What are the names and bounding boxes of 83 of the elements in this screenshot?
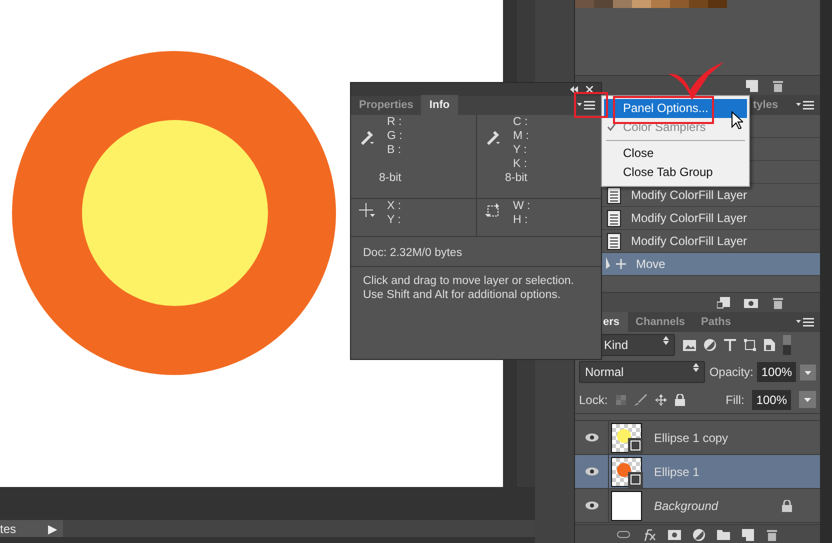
new-document-icon[interactable] — [717, 296, 730, 308]
opacity-label: Opacity: — [709, 364, 754, 381]
info-label: K : — [513, 157, 528, 171]
info-label: Y : — [387, 213, 401, 227]
panel-tab[interactable]: Paths — [693, 312, 740, 332]
info-label: Y : — [513, 143, 527, 157]
swatch[interactable] — [689, 0, 708, 8]
stepper-icon — [663, 336, 669, 345]
move-arrows-icon[interactable] — [654, 394, 667, 406]
swatch[interactable] — [708, 0, 727, 8]
opacity-field[interactable]: 100% — [757, 362, 796, 382]
panel-tab[interactable]: Channels — [628, 312, 694, 332]
folder-icon[interactable] — [717, 530, 730, 540]
doc-size-text: Doc: 2.32M/0 bytes — [351, 237, 601, 267]
bit-depth-label: 8-bit — [379, 171, 402, 185]
info-label: G : — [387, 129, 402, 143]
highlight-box — [574, 92, 608, 118]
panel-menu-icon[interactable] — [577, 101, 595, 110]
fx-icon[interactable] — [642, 528, 656, 540]
eye-icon[interactable] — [584, 433, 598, 442]
info-label: W : — [513, 199, 530, 213]
layer-thumbnail — [611, 490, 642, 520]
info-label: M : — [513, 129, 529, 143]
checkmark-annotation-icon — [668, 62, 724, 100]
mask-icon[interactable] — [668, 530, 681, 540]
eye-icon[interactable] — [584, 467, 598, 476]
eyedropper-icon[interactable] — [359, 129, 375, 145]
collapse-icon[interactable] — [570, 86, 578, 93]
image-filter-icon[interactable] — [683, 340, 696, 350]
crosshair-icon — [359, 203, 375, 217]
new-layer-icon[interactable] — [742, 528, 754, 540]
swatch[interactable] — [670, 0, 689, 8]
close-icon[interactable] — [586, 86, 593, 93]
info-label: R : — [387, 115, 402, 129]
panel-tab[interactable]: Properties — [351, 94, 422, 115]
panel-menu-icon[interactable] — [796, 101, 814, 110]
camera-icon[interactable] — [744, 297, 758, 308]
eyedropper-icon[interactable] — [485, 129, 501, 145]
brush-icon[interactable] — [634, 394, 647, 406]
menu-item[interactable]: Close Tab Group — [604, 163, 747, 182]
status-menu-arrow[interactable]: ▶ — [48, 520, 57, 538]
layer-row[interactable]: Ellipse 1 — [575, 455, 820, 489]
fill-label: Fill: — [726, 392, 744, 408]
fill-field[interactable]: 100% — [752, 390, 791, 410]
document-icon — [607, 232, 621, 250]
type-filter-icon[interactable] — [724, 339, 736, 351]
bit-depth-label: 8-bit — [505, 171, 528, 185]
adjustment-icon[interactable] — [693, 528, 705, 540]
trash-icon[interactable] — [766, 528, 778, 541]
adjustment-filter-icon[interactable] — [704, 339, 716, 351]
lock-label: Lock: — [579, 392, 608, 408]
lock-icon[interactable] — [782, 500, 792, 512]
status-text: tes — [0, 520, 16, 538]
filter-toggle-icon[interactable] — [783, 335, 791, 355]
layer-row[interactable]: Background — [575, 489, 820, 523]
link-icon[interactable] — [617, 531, 630, 538]
swatch[interactable] — [651, 0, 670, 8]
stepper-icon — [693, 363, 700, 372]
blend-mode-dropdown[interactable]: Normal — [579, 361, 706, 383]
move-tool-icon — [606, 257, 626, 271]
menu-item[interactable]: Panel Options... — [604, 99, 747, 118]
swatch[interactable] — [613, 0, 632, 8]
trash-icon[interactable] — [772, 79, 784, 92]
smart-object-filter-icon[interactable] — [764, 339, 775, 351]
trash-icon[interactable] — [772, 296, 784, 309]
new-layer-icon[interactable] — [746, 80, 758, 92]
menu-item[interactable]: Close — [604, 144, 747, 163]
cursor-icon — [731, 111, 743, 129]
info-label: B : — [387, 143, 402, 157]
document-icon — [607, 210, 621, 226]
lock-icon[interactable] — [674, 394, 685, 406]
info-label: X : — [387, 199, 402, 213]
info-label: H : — [513, 213, 528, 227]
info-label: C : — [513, 115, 528, 129]
panel-menu-icon[interactable] — [796, 318, 814, 327]
panel-tab[interactable]: Info — [421, 94, 458, 115]
tool-hint-text: Click and drag to move layer or selection. Use Shift and Alt for additional options. — [362, 274, 574, 302]
swatch[interactable] — [594, 0, 613, 8]
swatch[interactable] — [575, 0, 594, 8]
eye-icon[interactable] — [584, 501, 598, 510]
selection-size-icon — [485, 203, 501, 217]
shape-filter-icon[interactable] — [744, 339, 756, 351]
swatch[interactable] — [632, 0, 651, 8]
